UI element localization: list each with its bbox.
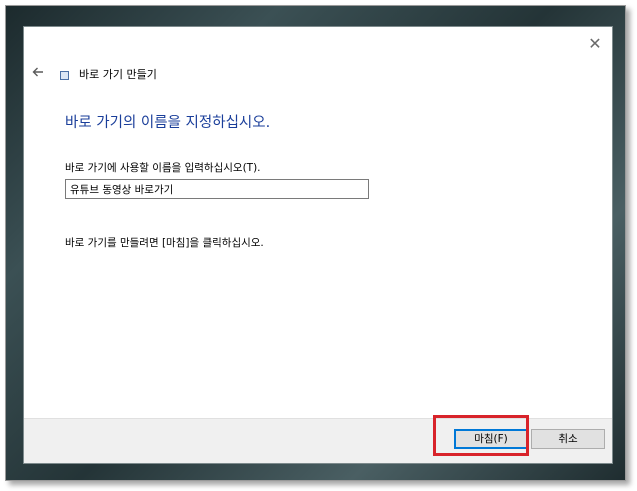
create-shortcut-dialog: ✕ 바로 가기 만들기 바로 가기의 이름을 지정하십시오. 바로 가기에 사용… bbox=[23, 26, 613, 464]
finish-button[interactable]: 마침(F) bbox=[454, 429, 528, 449]
screenshot-frame: ✕ 바로 가기 만들기 바로 가기의 이름을 지정하십시오. 바로 가기에 사용… bbox=[5, 5, 626, 481]
shortcut-name-input[interactable] bbox=[65, 179, 369, 199]
main-instruction: 바로 가기의 이름을 지정하십시오. bbox=[65, 115, 271, 131]
wizard-title: 바로 가기 만들기 bbox=[79, 68, 157, 81]
back-arrow-icon[interactable] bbox=[30, 64, 46, 80]
cancel-button[interactable]: 취소 bbox=[531, 429, 605, 449]
finish-hint-text: 바로 가기를 만들려면 [마침]을 클릭하십시오. bbox=[65, 237, 264, 249]
shortcut-wizard-icon bbox=[60, 71, 69, 80]
dialog-footer: 마침(F) 취소 bbox=[24, 418, 612, 463]
shortcut-name-label: 바로 가기에 사용할 이름을 입력하십시오(T). bbox=[65, 162, 261, 174]
close-icon[interactable]: ✕ bbox=[586, 35, 604, 53]
